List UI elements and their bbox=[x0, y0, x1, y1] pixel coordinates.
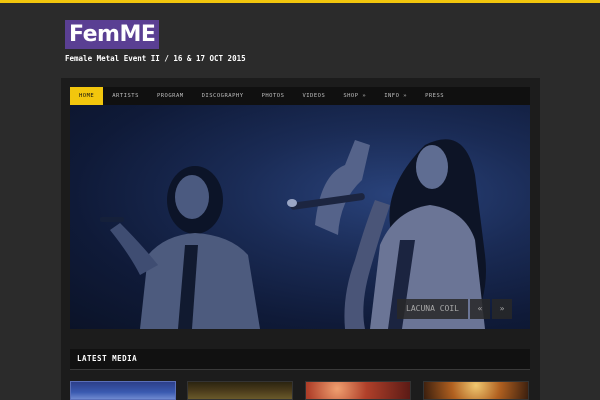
main-navigation: HOME ARTISTS PROGRAM DISCOGRAPHY PHOTOS … bbox=[70, 87, 530, 105]
latest-media-thumbnails bbox=[70, 381, 530, 400]
media-thumbnail[interactable] bbox=[70, 381, 176, 400]
main-content: HOME ARTISTS PROGRAM DISCOGRAPHY PHOTOS … bbox=[61, 78, 540, 400]
site-logo[interactable]: FemME bbox=[65, 20, 160, 49]
nav-item-photos[interactable]: PHOTOS bbox=[253, 87, 294, 105]
site-tagline: Female Metal Event II / 16 & 17 OCT 2015 bbox=[65, 54, 246, 63]
media-thumbnail[interactable] bbox=[423, 381, 529, 400]
nav-item-shop[interactable]: SHOP » bbox=[334, 87, 375, 105]
nav-item-home[interactable]: HOME bbox=[70, 87, 104, 105]
latest-media-header: LATEST MEDIA bbox=[70, 349, 530, 370]
nav-item-program[interactable]: PROGRAM bbox=[148, 87, 193, 105]
media-thumbnail[interactable] bbox=[187, 381, 293, 400]
latest-media-title: LATEST MEDIA bbox=[77, 354, 138, 363]
nav-item-videos[interactable]: VIDEOS bbox=[293, 87, 334, 105]
top-accent-bar bbox=[0, 0, 600, 3]
slider-caption-label: LACUNA COIL bbox=[397, 299, 468, 319]
slider-caption: LACUNA COIL « » bbox=[397, 299, 512, 319]
nav-item-info[interactable]: INFO » bbox=[375, 87, 416, 105]
slider-next-button[interactable]: » bbox=[491, 299, 512, 319]
slider-prev-button[interactable]: « bbox=[469, 299, 490, 319]
hero-slider[interactable]: LACUNA COIL « » bbox=[70, 105, 530, 329]
nav-item-press[interactable]: PRESS bbox=[416, 87, 453, 105]
hero-concert-photo bbox=[100, 139, 486, 329]
media-thumbnail[interactable] bbox=[305, 381, 411, 400]
nav-item-artists[interactable]: ARTISTS bbox=[103, 87, 148, 105]
nav-item-discography[interactable]: DISCOGRAPHY bbox=[193, 87, 253, 105]
